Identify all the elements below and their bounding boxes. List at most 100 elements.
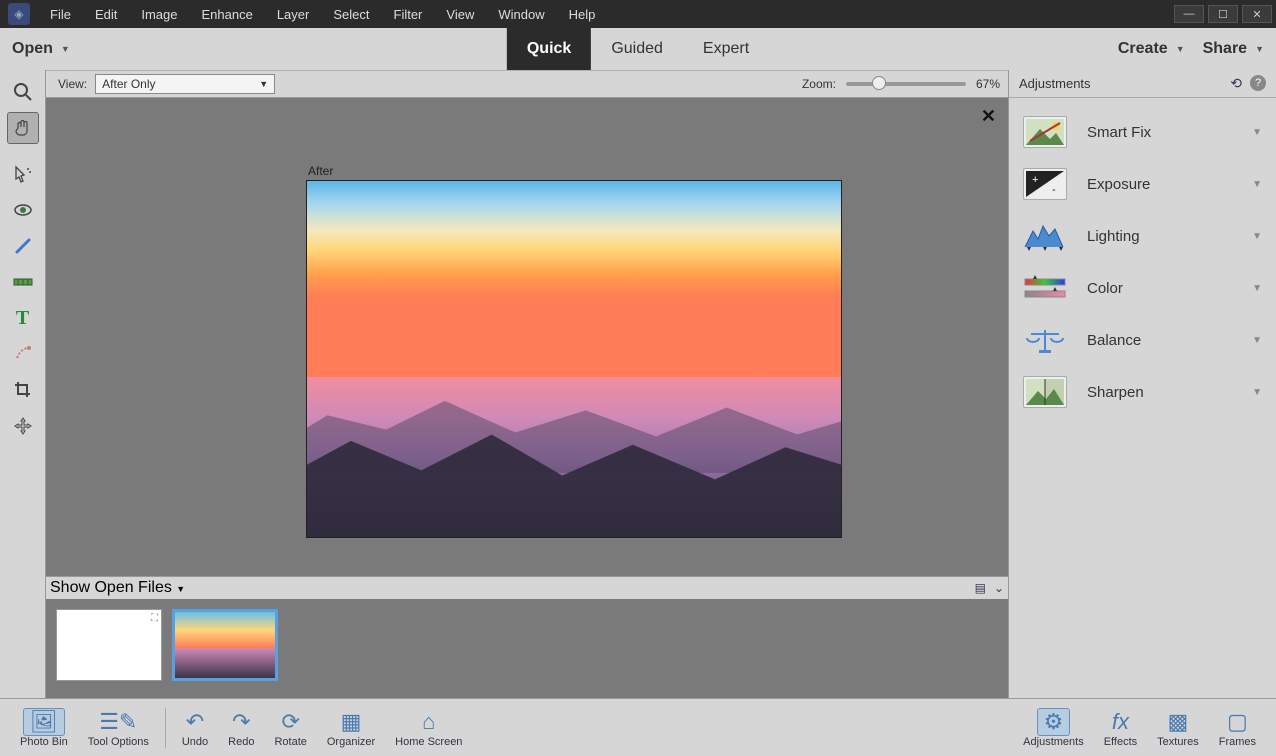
zoom-tool[interactable] xyxy=(7,76,39,108)
mode-expert[interactable]: Expert xyxy=(683,28,769,70)
hand-tool[interactable] xyxy=(7,112,39,144)
adj-color[interactable]: Color ▼ xyxy=(1009,262,1276,314)
menu-layer[interactable]: Layer xyxy=(265,7,322,22)
share-label: Share xyxy=(1203,40,1247,58)
chevron-down-icon: ▼ xyxy=(1252,387,1262,398)
close-document-button[interactable]: ✕ xyxy=(981,106,996,127)
bin-menu-icon[interactable]: ▤ xyxy=(975,581,986,595)
footer-redo[interactable]: ↷Redo xyxy=(228,708,254,748)
view-dropdown[interactable]: After Only ▼ xyxy=(95,74,275,94)
footer-organizer[interactable]: ▦Organizer xyxy=(327,708,375,748)
canvas-area: ✕ After xyxy=(46,98,1008,576)
expand-icon: ⛶ xyxy=(151,613,158,624)
menu-enhance[interactable]: Enhance xyxy=(190,7,265,22)
photo-bin-icon: 🖼 xyxy=(23,708,65,736)
open-button[interactable]: Open▼ xyxy=(12,40,70,58)
spot-heal-tool[interactable] xyxy=(7,338,39,370)
organizer-icon: ▦ xyxy=(341,708,362,736)
chevron-down-icon: ▼ xyxy=(1252,179,1262,190)
reset-icon[interactable]: ⟲ xyxy=(1230,75,1242,92)
help-icon[interactable]: ? xyxy=(1250,75,1266,91)
adj-smart-fix[interactable]: Smart Fix ▼ xyxy=(1009,106,1276,158)
bin-thumb-1[interactable]: ⛶ xyxy=(56,609,162,681)
chevron-down-icon: ▼ xyxy=(1255,44,1264,54)
bin-filter-dropdown[interactable]: Show Open Files ▼ xyxy=(50,579,240,597)
footer-undo[interactable]: ↶Undo xyxy=(182,708,208,748)
chevron-down-icon: ▼ xyxy=(1252,231,1262,242)
footer-label: Frames xyxy=(1219,736,1256,748)
exposure-icon: +- xyxy=(1023,168,1067,200)
crop-tool[interactable] xyxy=(7,374,39,406)
whiten-teeth-tool[interactable] xyxy=(7,230,39,262)
footer-bar: 🖼Photo Bin ☰✎Tool Options ↶Undo ↷Redo ⟳R… xyxy=(0,698,1276,756)
menu-window[interactable]: Window xyxy=(486,7,556,22)
footer-effects[interactable]: fxEffects xyxy=(1104,708,1137,748)
adj-label: Exposure xyxy=(1087,176,1252,193)
menu-file[interactable]: File xyxy=(38,7,83,22)
footer-label: Rotate xyxy=(274,736,306,748)
adj-label: Balance xyxy=(1087,332,1252,349)
quick-select-tool[interactable] xyxy=(7,158,39,190)
chevron-down-icon: ▼ xyxy=(176,584,185,594)
mode-quick[interactable]: Quick xyxy=(507,28,591,70)
svg-text:+: + xyxy=(1032,174,1038,186)
menu-view[interactable]: View xyxy=(434,7,486,22)
bin-filter-value: Show Open Files xyxy=(50,579,172,596)
footer-label: Effects xyxy=(1104,736,1137,748)
chevron-down-icon: ▼ xyxy=(259,79,268,89)
view-dropdown-value: After Only xyxy=(102,77,155,91)
adj-balance[interactable]: Balance ▼ xyxy=(1009,314,1276,366)
home-icon: ⌂ xyxy=(422,708,435,736)
adj-lighting[interactable]: Lighting ▼ xyxy=(1009,210,1276,262)
footer-photo-bin[interactable]: 🖼Photo Bin xyxy=(20,708,68,748)
footer-label: Redo xyxy=(228,736,254,748)
adj-label: Color xyxy=(1087,280,1252,297)
after-label: After xyxy=(308,164,333,178)
app-logo-icon: ◈ xyxy=(8,3,30,25)
straighten-tool[interactable] xyxy=(7,266,39,298)
text-tool[interactable]: T xyxy=(7,302,39,334)
footer-textures[interactable]: ▩Textures xyxy=(1157,708,1199,748)
footer-label: Home Screen xyxy=(395,736,462,748)
smart-fix-icon xyxy=(1023,116,1067,148)
menu-select[interactable]: Select xyxy=(321,7,381,22)
lighting-icon xyxy=(1023,220,1067,252)
zoom-value: 67% xyxy=(976,77,1000,91)
bin-collapse-icon[interactable]: ⌄ xyxy=(994,581,1004,595)
close-window-button[interactable]: ✕ xyxy=(1242,5,1272,23)
chevron-down-icon: ▼ xyxy=(61,44,70,54)
create-button[interactable]: Create▼ xyxy=(1118,40,1185,58)
share-button[interactable]: Share ▼ xyxy=(1203,40,1264,58)
footer-label: Photo Bin xyxy=(20,736,68,748)
image-canvas[interactable] xyxy=(306,180,842,538)
adj-label: Lighting xyxy=(1087,228,1252,245)
footer-tool-options[interactable]: ☰✎Tool Options xyxy=(88,708,149,748)
adj-label: Sharpen xyxy=(1087,384,1252,401)
move-tool[interactable] xyxy=(7,410,39,442)
minimize-button[interactable]: — xyxy=(1174,5,1204,23)
zoom-slider[interactable] xyxy=(846,82,966,86)
footer-frames[interactable]: ▢Frames xyxy=(1219,708,1256,748)
effects-icon: fx xyxy=(1112,708,1129,736)
footer-home[interactable]: ⌂Home Screen xyxy=(395,708,462,748)
sharpen-icon xyxy=(1023,376,1067,408)
adj-label: Smart Fix xyxy=(1087,124,1252,141)
tool-options-icon: ☰✎ xyxy=(99,708,137,736)
menu-image[interactable]: Image xyxy=(129,7,189,22)
panel-title: Adjustments xyxy=(1019,76,1091,91)
bin-thumb-2[interactable] xyxy=(172,609,278,681)
footer-adjustments[interactable]: ⚙Adjustments xyxy=(1023,708,1084,748)
menu-edit[interactable]: Edit xyxy=(83,7,129,22)
menu-help[interactable]: Help xyxy=(557,7,608,22)
maximize-button[interactable]: ☐ xyxy=(1208,5,1238,23)
mode-guided[interactable]: Guided xyxy=(591,28,683,70)
chevron-down-icon: ▼ xyxy=(1252,335,1262,346)
zoom-slider-thumb[interactable] xyxy=(872,76,886,90)
menu-filter[interactable]: Filter xyxy=(382,7,435,22)
adj-exposure[interactable]: +- Exposure ▼ xyxy=(1009,158,1276,210)
title-bar: ◈ File Edit Image Enhance Layer Select F… xyxy=(0,0,1276,28)
footer-rotate[interactable]: ⟳Rotate xyxy=(274,708,306,748)
redeye-tool[interactable] xyxy=(7,194,39,226)
adj-sharpen[interactable]: Sharpen ▼ xyxy=(1009,366,1276,418)
view-label: View: xyxy=(58,77,87,91)
